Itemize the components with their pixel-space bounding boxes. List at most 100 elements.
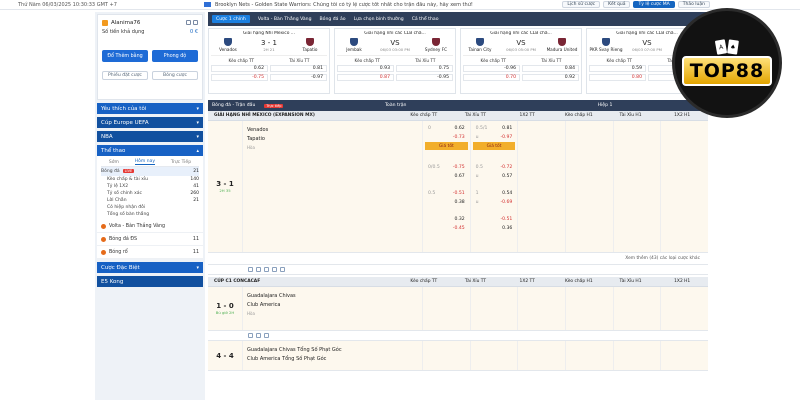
subitem-label: Kèo chấp & tài xỉu xyxy=(107,177,148,182)
card-col: Kèo chấp TT xyxy=(228,58,255,63)
special-bets-section[interactable]: Cược Đặc Biệt ▾ xyxy=(97,262,203,273)
mail-icon[interactable] xyxy=(186,20,191,25)
tab-live[interactable]: Trực Tiếp xyxy=(171,160,191,165)
tab-early[interactable]: Sớm xyxy=(109,160,119,165)
history-button[interactable]: Phong độ xyxy=(152,50,198,62)
soccer-subitem[interactable]: Tổng số bàn thắng xyxy=(101,211,199,218)
sport-count: 11 xyxy=(192,236,199,242)
odds-type-select[interactable]: Tỷ lệ cược MA xyxy=(633,1,675,8)
more-bets-link[interactable]: Xem thêm (43) các loại cược khác xyxy=(208,253,708,265)
match-card[interactable]: Giải hạng nhì các CLB chấ... Jembak VS 06… xyxy=(334,28,456,94)
stats-icon[interactable] xyxy=(248,333,253,338)
odds: -0.69 xyxy=(500,199,513,205)
card-odds[interactable]: -0.97 xyxy=(270,74,327,81)
odds-cell[interactable]: -0.73 xyxy=(425,133,468,141)
nba-section[interactable]: NBA ▾ xyxy=(97,131,203,142)
card-odds[interactable]: 0.93 xyxy=(337,65,394,72)
sports-section[interactable]: Thể thao ▴ xyxy=(97,145,203,156)
pin-icon[interactable] xyxy=(272,267,277,272)
chevron-down-icon: ▾ xyxy=(196,105,199,112)
home-team: Venados xyxy=(211,38,245,52)
odds-cell[interactable]: 0.36 xyxy=(473,224,516,232)
soccer-subitem[interactable]: Kèo chấp & tài xỉu 140 xyxy=(101,176,199,183)
league-header[interactable]: CÚP C1 CONCACAF Kèo chấp TT Tài Xỉu TT 1… xyxy=(208,277,708,287)
soccer-subitem[interactable]: Có hiệp nhận đôi xyxy=(101,204,199,211)
odds-cell[interactable]: u -0.97 xyxy=(473,133,516,141)
odds-cell[interactable]: 0.38 xyxy=(425,198,468,206)
card-score: VS xyxy=(516,38,526,47)
card-odds[interactable]: 0.75 xyxy=(396,65,453,72)
tv-icon[interactable] xyxy=(256,333,261,338)
chart-icon[interactable] xyxy=(264,267,269,272)
odds-cell[interactable]: 0.5/1 0.81 xyxy=(473,124,516,132)
balance-label: Số tiền khả dụng xyxy=(102,28,145,35)
card-odds[interactable]: -0.96 xyxy=(463,65,520,72)
announcement-marquee[interactable]: Brooklyn Nets - Golden State Warriors: C… xyxy=(215,2,555,8)
best-price-button[interactable]: Giá tốt xyxy=(472,142,516,150)
card-odds[interactable]: 0.80 xyxy=(589,74,646,81)
star-icon[interactable] xyxy=(280,267,285,272)
deposit-button[interactable]: Đổ Thêm bằng xyxy=(102,50,148,62)
sport-item-virtual-soccer[interactable]: Bóng đá ĐS 11 xyxy=(97,233,203,246)
soccer-item[interactable]: Bóng đá LIVE 21 xyxy=(101,167,199,176)
card-odds[interactable]: 0.62 xyxy=(211,65,268,72)
odds-cell[interactable]: 0.67 xyxy=(425,172,468,180)
chevron-up-icon: ▴ xyxy=(196,147,199,154)
match-score: 1 - 0 xyxy=(216,302,234,310)
betslip-tab[interactable]: Phiếu đặt cược xyxy=(102,71,148,80)
card-odds[interactable]: -0.95 xyxy=(396,74,453,81)
best-price-button[interactable]: Giá tốt xyxy=(425,142,468,150)
card-odds[interactable]: -0.75 xyxy=(211,74,268,81)
stats-icon[interactable] xyxy=(248,267,253,272)
settings-icon[interactable] xyxy=(193,20,198,25)
odds-cell[interactable]: -0.45 xyxy=(425,224,468,232)
odds-cell[interactable]: 0.5 -0.72 xyxy=(473,163,516,171)
league-header[interactable]: GIẢI HẠNG NHÌ MEXICO (EXPANSION MX) Kèo … xyxy=(208,111,708,121)
odds-cell[interactable]: -0.51 xyxy=(473,215,516,223)
results-button[interactable]: Kết quả xyxy=(603,1,631,8)
odds: -0.51 xyxy=(452,190,465,196)
odds-cell[interactable]: 1 0.54 xyxy=(473,189,516,197)
tab-today[interactable]: Hôm nay xyxy=(134,159,156,165)
all-sports-select[interactable]: Cả thể thao xyxy=(412,17,439,22)
card-odds[interactable]: 0.84 xyxy=(522,65,579,72)
uefa-section[interactable]: Cúp Europe UEFA ▾ xyxy=(97,117,203,128)
col-header: Tài Xỉu H1 xyxy=(619,113,642,118)
card-odds[interactable]: 0.70 xyxy=(463,74,520,81)
soccer-subitem[interactable]: Lời Chẵn 21 xyxy=(101,197,199,204)
home-team: Jembak xyxy=(337,38,371,52)
odds-cell[interactable]: 0/0.5 -0.75 xyxy=(425,163,468,171)
esports-section[interactable]: E5 Kong xyxy=(97,276,203,287)
subitem-count: 21 xyxy=(193,198,199,203)
match-card[interactable]: Giải hạng Nhì Mexico ... Venados 3 - 1 2H… xyxy=(208,28,330,94)
sport-item-basketball[interactable]: Bóng rổ 11 xyxy=(97,246,203,259)
single-bet-pill[interactable]: Cược 1 chính xyxy=(212,15,250,23)
home-team: PKR Svay Rieng xyxy=(589,38,623,52)
card-odds[interactable]: 0.87 xyxy=(337,74,394,81)
sort-select[interactable]: Lựa chọn bình thường xyxy=(354,17,404,22)
sport-item-volta[interactable]: Volta - Bàn Thắng Vàng xyxy=(97,220,203,233)
mybets-tab[interactable]: Bóng cược xyxy=(152,71,198,80)
virtual-filter[interactable]: Bóng đá ảo xyxy=(320,17,346,22)
odds-cell[interactable]: 0 0.62 xyxy=(425,124,468,132)
tv-icon[interactable] xyxy=(256,267,261,272)
match-card[interactable]: Giải hạng nhì các CLB chấ... Tainan City… xyxy=(460,28,582,94)
odds-cell[interactable]: 0.5 -0.51 xyxy=(425,189,468,197)
volta-filter[interactable]: Volta - Bàn Thắng Vàng xyxy=(258,17,312,22)
card-league: Giải hạng nhì các CLB chấ... xyxy=(490,31,552,36)
soccer-subitem[interactable]: Tỷ số chính xác 260 xyxy=(101,190,199,197)
favorites-section[interactable]: Yêu thích của tôi ▾ xyxy=(97,103,203,114)
odds-cell[interactable]: 0.32 xyxy=(425,215,468,223)
discussion-button[interactable]: Thảo luận xyxy=(677,1,710,8)
match-row: 3 - 1 2H 35 Venados Tapatio Hòa 0 0.62 -0.… xyxy=(208,121,708,253)
card-odds[interactable]: 0.59 xyxy=(589,65,646,72)
card-odds[interactable]: 0.81 xyxy=(270,65,327,72)
soccer-subitem[interactable]: Tỷ lệ 1X2 41 xyxy=(101,183,199,190)
odds-cell[interactable]: u 0.57 xyxy=(473,172,516,180)
bet-history-button[interactable]: Lịch sử cược xyxy=(562,1,601,8)
card-odds[interactable]: 0.92 xyxy=(522,74,579,81)
odds-cell[interactable]: u -0.69 xyxy=(473,198,516,206)
line: u xyxy=(475,173,479,179)
chart-icon[interactable] xyxy=(264,333,269,338)
soccer-count: 21 xyxy=(193,169,199,174)
